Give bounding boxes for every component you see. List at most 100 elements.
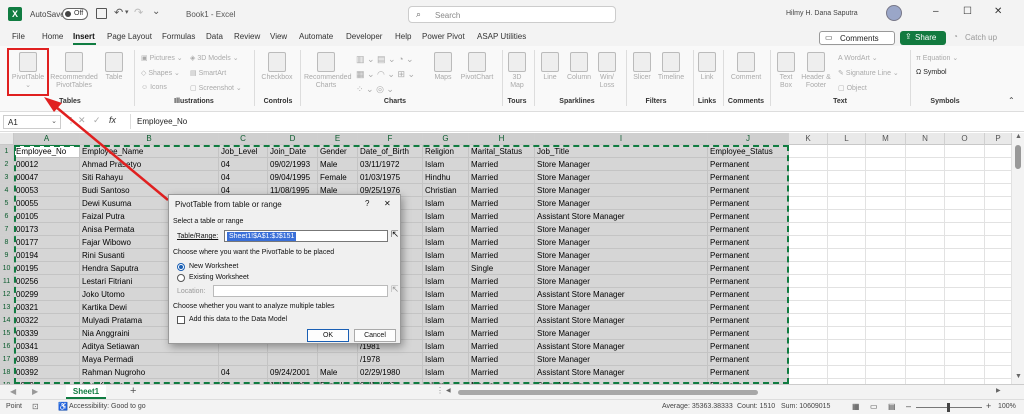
scroll-left-icon[interactable]: ◀ xyxy=(446,387,451,394)
row-header[interactable]: 15 xyxy=(0,327,14,340)
column-header[interactable]: G xyxy=(423,133,469,145)
empty-cell[interactable] xyxy=(866,236,906,249)
column-header[interactable]: O xyxy=(945,133,985,145)
insert-function-icon[interactable]: fx xyxy=(109,115,116,125)
location-input[interactable] xyxy=(213,285,388,297)
empty-cell[interactable] xyxy=(945,327,985,340)
row-header[interactable]: 16 xyxy=(0,340,14,353)
empty-cell[interactable] xyxy=(945,275,985,288)
empty-cell[interactable] xyxy=(985,327,1012,340)
empty-cell[interactable] xyxy=(789,210,828,223)
horizontal-scrollbar[interactable]: ◀ ▶ xyxy=(446,388,1006,397)
empty-cell[interactable] xyxy=(906,223,945,236)
undo-icon[interactable]: ↶ xyxy=(114,6,123,19)
empty-cell[interactable] xyxy=(906,288,945,301)
empty-cell[interactable] xyxy=(828,145,866,158)
row-header[interactable]: 11 xyxy=(0,275,14,288)
row-header[interactable]: 14 xyxy=(0,314,14,327)
data-model-checkbox[interactable] xyxy=(177,316,185,324)
header-footer-button[interactable]: Header & Footer xyxy=(800,52,832,90)
empty-cell[interactable] xyxy=(789,327,828,340)
enter-entry-icon[interactable]: ✓ xyxy=(93,115,101,126)
empty-cell[interactable] xyxy=(789,184,828,197)
share-button[interactable]: ⇪ Share xyxy=(900,31,946,45)
row-header[interactable]: 10 xyxy=(0,262,14,275)
row-header[interactable]: 6 xyxy=(0,210,14,223)
empty-cell[interactable] xyxy=(945,262,985,275)
empty-cell[interactable] xyxy=(985,236,1012,249)
empty-cell[interactable] xyxy=(828,327,866,340)
average-value[interactable]: Average: 35363.38333 xyxy=(662,403,733,410)
empty-cell[interactable] xyxy=(906,340,945,353)
empty-cell[interactable] xyxy=(985,145,1012,158)
tab-power-pivot[interactable]: Power Pivot xyxy=(422,32,465,41)
empty-cell[interactable] xyxy=(828,366,866,379)
empty-cell[interactable] xyxy=(866,145,906,158)
symbol-button[interactable]: Ω Symbol xyxy=(916,69,947,76)
empty-cell[interactable] xyxy=(828,275,866,288)
empty-cell[interactable] xyxy=(789,314,828,327)
formula-options-icon[interactable]: ⋮ xyxy=(67,116,75,125)
macro-recording-icon[interactable]: ⊡ xyxy=(32,402,39,411)
row-header[interactable]: 9 xyxy=(0,249,14,262)
accessibility-icon[interactable]: ♿ xyxy=(58,402,68,411)
normal-view-icon[interactable]: ▦ xyxy=(852,402,860,411)
empty-cell[interactable] xyxy=(789,262,828,275)
recommended-pivottables-button[interactable]: Recommended PivotTables xyxy=(50,52,98,90)
empty-cell[interactable] xyxy=(906,171,945,184)
sparkline-line-button[interactable]: Line xyxy=(538,52,562,82)
object-button[interactable]: ▢ Object xyxy=(838,84,867,92)
empty-cell[interactable] xyxy=(906,184,945,197)
column-header[interactable]: D xyxy=(268,133,318,145)
empty-cell[interactable] xyxy=(789,353,828,366)
tab-automate[interactable]: Automate xyxy=(299,32,333,41)
row-header[interactable]: 7 xyxy=(0,223,14,236)
tab-bar-options-icon[interactable]: ⋮ xyxy=(436,386,444,395)
empty-cell[interactable] xyxy=(906,301,945,314)
empty-cell[interactable] xyxy=(828,210,866,223)
empty-cell[interactable] xyxy=(985,223,1012,236)
empty-cell[interactable] xyxy=(985,210,1012,223)
sum-value[interactable]: Sum: 10609015 xyxy=(781,403,830,410)
tab-home[interactable]: Home xyxy=(42,32,63,41)
zoom-level[interactable]: 100% xyxy=(998,403,1016,410)
sparkline-column-button[interactable]: Column xyxy=(564,52,594,82)
link-button[interactable]: Link xyxy=(696,52,718,82)
tab-page-layout[interactable]: Page Layout xyxy=(107,32,152,41)
empty-cell[interactable] xyxy=(866,353,906,366)
scroll-down-icon[interactable]: ▼ xyxy=(1015,373,1022,380)
tab-view[interactable]: View xyxy=(270,32,287,41)
name-box[interactable]: A1 ⌄ xyxy=(3,115,61,129)
page-break-view-icon[interactable]: ▤ xyxy=(888,402,896,411)
tab-help[interactable]: Help xyxy=(395,32,411,41)
column-header[interactable]: E xyxy=(318,133,358,145)
empty-cell[interactable] xyxy=(866,275,906,288)
empty-cell[interactable] xyxy=(828,314,866,327)
empty-cell[interactable] xyxy=(789,223,828,236)
empty-cell[interactable] xyxy=(789,197,828,210)
models3d-button[interactable]: ◈ 3D Models ⌄ xyxy=(190,54,239,62)
column-header[interactable]: C xyxy=(219,133,268,145)
empty-cell[interactable] xyxy=(906,236,945,249)
empty-cell[interactable] xyxy=(945,236,985,249)
empty-cell[interactable] xyxy=(945,301,985,314)
page-layout-view-icon[interactable]: ▭ xyxy=(870,402,878,411)
column-header[interactable]: H xyxy=(469,133,535,145)
bar-chart-icon[interactable]: ▦ ⌄ ◠ ⌄ ⊞ ⌄ xyxy=(356,69,415,80)
empty-cell[interactable] xyxy=(906,145,945,158)
empty-cell[interactable] xyxy=(985,249,1012,262)
column-header[interactable]: I xyxy=(535,133,708,145)
tab-insert[interactable]: Insert xyxy=(73,32,95,41)
column-header[interactable]: F xyxy=(358,133,423,145)
empty-cell[interactable] xyxy=(945,210,985,223)
row-header[interactable]: 18 xyxy=(0,366,14,379)
scatter-chart-icon[interactable]: ⁘ ⌄ ◎ ⌄ xyxy=(356,84,394,95)
maximize-icon[interactable]: ☐ xyxy=(963,6,972,17)
empty-cell[interactable] xyxy=(866,366,906,379)
empty-cell[interactable] xyxy=(789,340,828,353)
empty-cell[interactable] xyxy=(945,249,985,262)
empty-cell[interactable] xyxy=(906,327,945,340)
zoom-slider-knob[interactable] xyxy=(947,403,950,412)
recommended-charts-button[interactable]: Recommended Charts xyxy=(304,52,351,90)
minimize-icon[interactable]: – xyxy=(933,6,939,17)
